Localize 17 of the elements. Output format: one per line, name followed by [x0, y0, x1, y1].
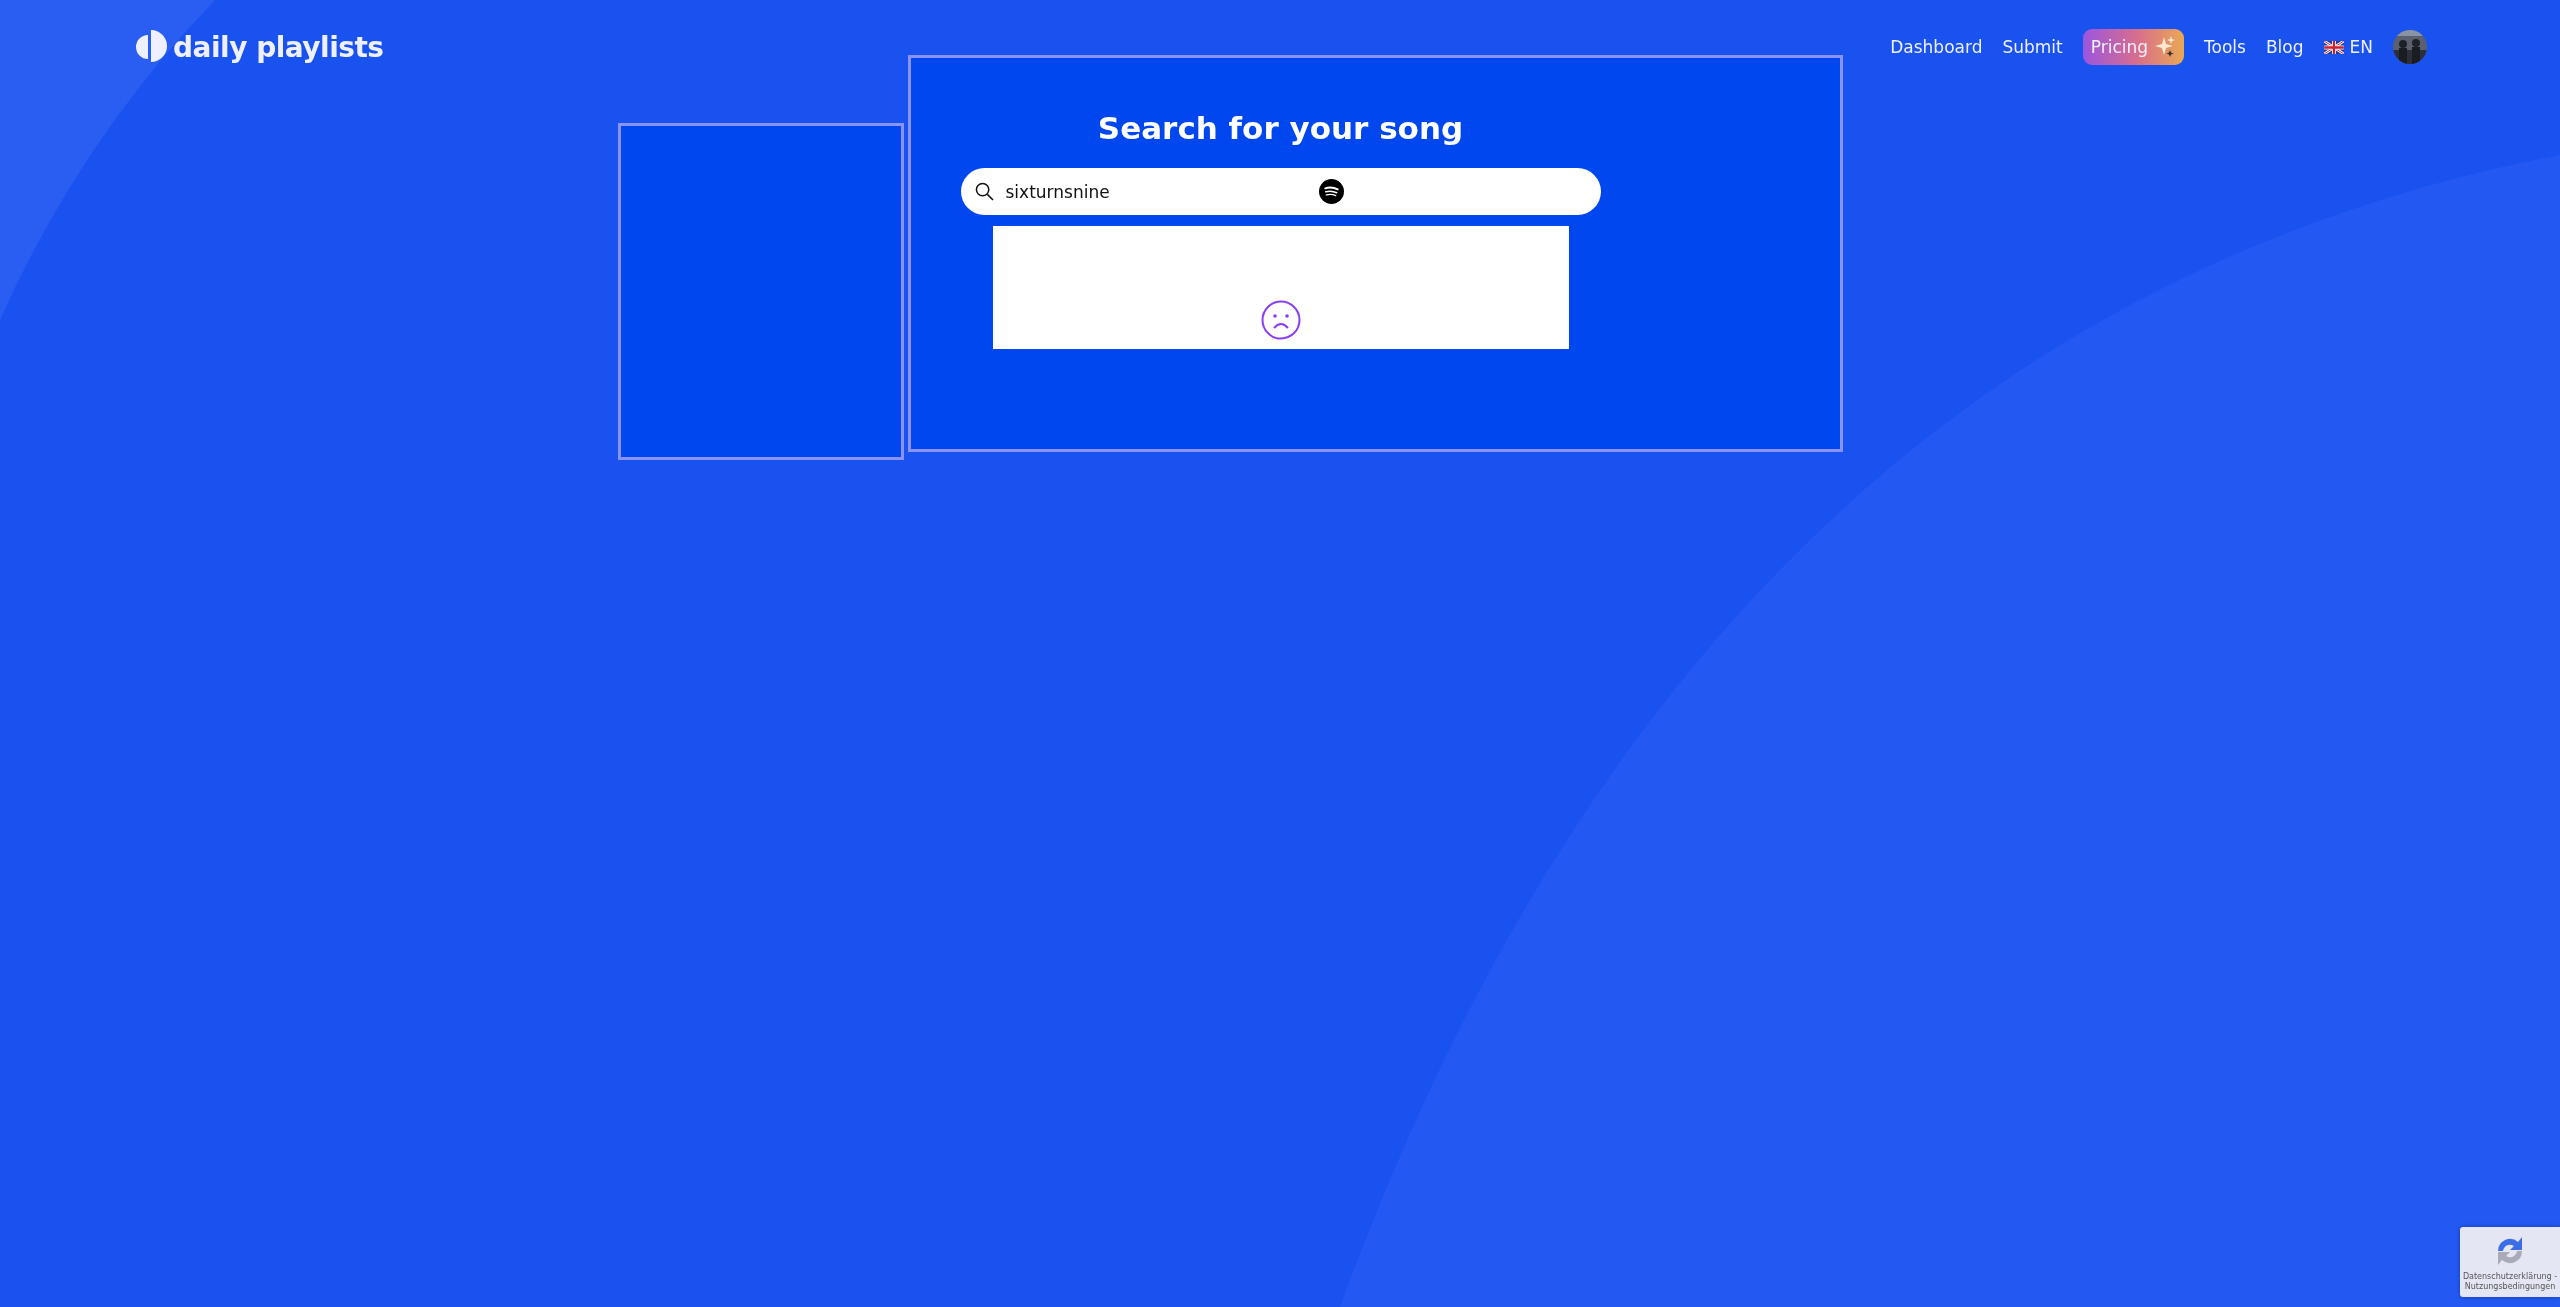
sparkle-icon [2154, 36, 2177, 58]
flag-icon [2323, 40, 2344, 54]
logo-text: daily playlists [173, 30, 384, 64]
search-bar[interactable]: sixturnsnine [960, 168, 1601, 215]
search-icon [974, 182, 994, 201]
recaptcha-text: Datenschutzerklärung - Nutzungsbedingungen [2461, 1272, 2559, 1292]
search-input[interactable]: sixturnsnine [1003, 180, 1308, 203]
language-selector[interactable]: EN [2323, 37, 2373, 57]
pricing-link[interactable]: Pricing [2082, 29, 2185, 65]
nav-link[interactable]: Blog [2265, 37, 2304, 57]
nav-link[interactable]: Submit [2002, 37, 2063, 57]
logo-icon [135, 29, 167, 65]
search-title: Search for your song [1097, 110, 1464, 146]
spotify-icon [1318, 179, 1344, 204]
nav-link[interactable]: Dashboard [1890, 37, 1983, 57]
nav-link[interactable]: Tools [2204, 37, 2246, 57]
recaptcha-badge[interactable]: Datenschutzerklärung - Nutzungsbedingungen [2460, 1227, 2560, 1297]
